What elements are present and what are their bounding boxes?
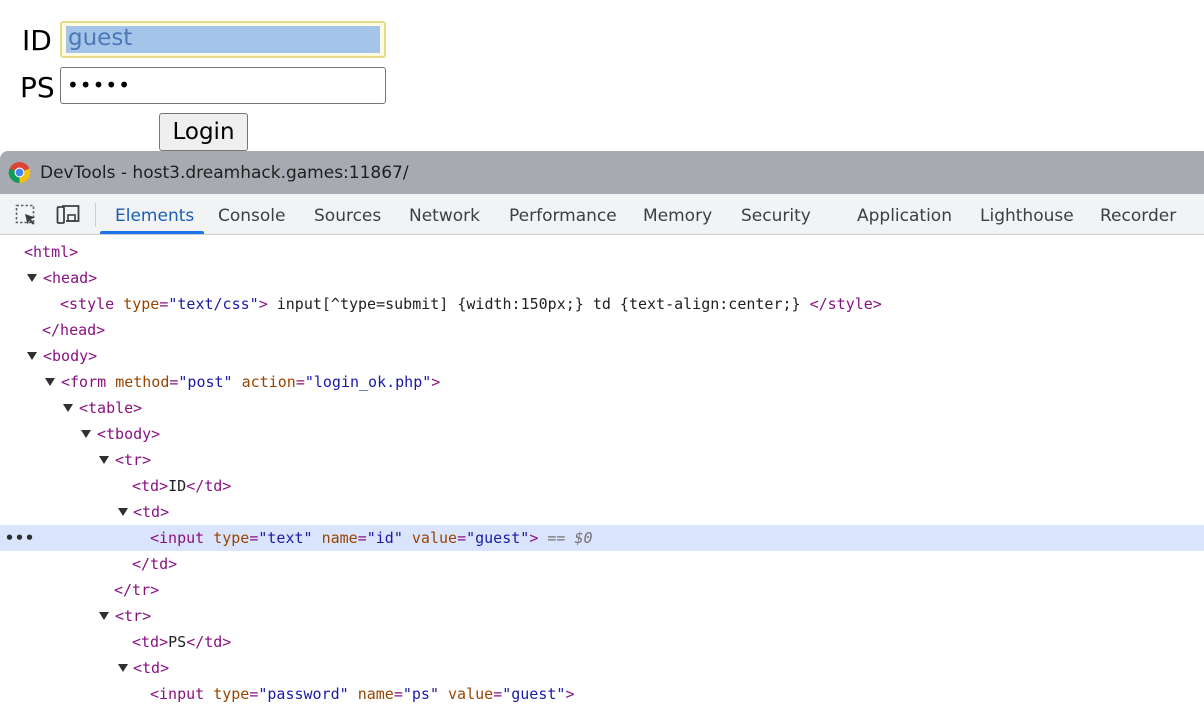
login-button[interactable]: Login [159, 113, 248, 151]
expand-triangle-icon[interactable] [118, 664, 128, 672]
tab-security[interactable]: Security [741, 206, 811, 226]
dom-node-table[interactable]: <table> [0, 395, 1204, 421]
style-line: <style type="text/css"> input[^type=subm… [60, 295, 882, 313]
dom-node-tr[interactable]: <tr> [0, 603, 1204, 629]
tag-text: <body> [43, 347, 98, 365]
tag-text: </head> [42, 321, 106, 339]
dom-node-form[interactable]: <form method="post" action="login_ok.php… [0, 369, 1204, 395]
dom-node-tr-close[interactable]: </tr> [0, 577, 1204, 603]
devtools-toolbar: Elements Console Sources Network Perform… [0, 194, 1204, 235]
devtools-window: DevTools - host3.dreamhack.games:11867/ … [0, 151, 1204, 713]
password-input[interactable]: ••••• [60, 67, 386, 104]
dom-node-style[interactable]: <style type="text/css"> input[^type=subm… [0, 291, 1204, 317]
dom-node-tbody[interactable]: <tbody> [0, 421, 1204, 447]
tab-lighthouse[interactable]: Lighthouse [980, 206, 1074, 226]
tab-sources[interactable]: Sources [314, 206, 381, 226]
tag-text: <tr> [115, 451, 152, 469]
tag-text: <table> [79, 399, 143, 417]
tag-text: <head> [43, 269, 98, 287]
tab-console[interactable]: Console [218, 206, 286, 226]
tab-network[interactable]: Network [409, 206, 480, 226]
tab-performance[interactable]: Performance [509, 206, 617, 226]
expand-triangle-icon[interactable] [99, 612, 109, 620]
input-ps-line: <input type="password" name="ps" value="… [150, 685, 575, 703]
inspect-element-icon[interactable] [14, 203, 38, 227]
dom-node-td[interactable]: <td> [0, 499, 1204, 525]
dom-node-td-close[interactable]: </td> [0, 551, 1204, 577]
dom-node-td-ps[interactable]: <td>PS</td> [0, 629, 1204, 655]
tag-text: <td> [133, 659, 170, 677]
expand-triangle-icon[interactable] [81, 430, 91, 438]
expand-triangle-icon[interactable] [99, 456, 109, 464]
dom-node-input-ps[interactable]: <input type="password" name="ps" value="… [0, 681, 1204, 707]
tab-memory[interactable]: Memory [643, 206, 712, 226]
dom-node-html[interactable]: <html> [0, 239, 1204, 265]
td-ps-line: <td>PS</td> [132, 633, 232, 651]
form-line: <form method="post" action="login_ok.php… [61, 373, 441, 391]
tag-text: </td> [132, 555, 178, 573]
tag-text: <html> [24, 243, 79, 261]
tag-text: <td> [133, 503, 170, 521]
tag-text: </tr> [114, 581, 160, 599]
tab-recorder[interactable]: Recorder [1100, 206, 1176, 226]
password-input-value: ••••• [67, 73, 131, 97]
expand-triangle-icon[interactable] [63, 404, 73, 412]
dom-node-td-id[interactable]: <td>ID</td> [0, 473, 1204, 499]
elements-dom-tree: <html> <head> <style type="text/css"> in… [0, 235, 1204, 713]
expand-triangle-icon[interactable] [27, 352, 37, 360]
devtools-titlebar[interactable]: DevTools - host3.dreamhack.games:11867/ [0, 151, 1204, 194]
input-id-line: <input type="text" name="id" value="gues… [150, 529, 593, 547]
active-tab-indicator [100, 231, 204, 234]
dom-node-body[interactable]: <body> [0, 343, 1204, 369]
dom-node-input-id-selected[interactable]: ••• <input type="text" name="id" value="… [0, 525, 1204, 551]
id-input[interactable]: guest [60, 21, 386, 58]
tab-elements[interactable]: Elements [115, 206, 194, 226]
tab-application[interactable]: Application [857, 206, 952, 226]
dom-node-td[interactable]: <td> [0, 655, 1204, 681]
tag-text: <tbody> [97, 425, 161, 443]
id-input-value: guest [68, 25, 133, 51]
toolbar-divider [95, 203, 96, 227]
id-label: ID [22, 24, 52, 57]
chrome-logo-icon [8, 161, 31, 184]
login-page: ID guest PS ••••• Login [0, 0, 1204, 152]
expand-triangle-icon[interactable] [45, 378, 55, 386]
ps-label: PS [20, 71, 55, 104]
tag-text: <tr> [115, 607, 152, 625]
dom-node-tr[interactable]: <tr> [0, 447, 1204, 473]
dom-node-head-close[interactable]: </head> [0, 317, 1204, 343]
expand-triangle-icon[interactable] [118, 508, 128, 516]
expand-triangle-icon[interactable] [27, 274, 37, 282]
td-id-line: <td>ID</td> [132, 477, 232, 495]
more-options-icon[interactable]: ••• [5, 525, 35, 551]
devtools-title: DevTools - host3.dreamhack.games:11867/ [40, 163, 409, 183]
dom-node-head[interactable]: <head> [0, 265, 1204, 291]
device-toolbar-icon[interactable] [56, 203, 80, 227]
